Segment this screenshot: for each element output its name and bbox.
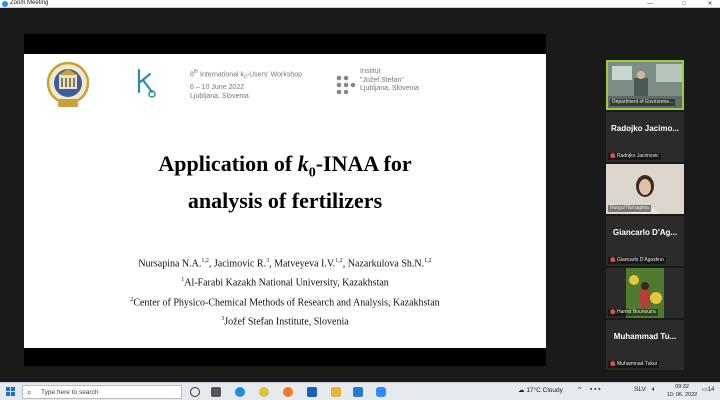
- presentation-slide: 8th International k0-Users' Workshop 6 –…: [24, 54, 546, 348]
- institute-line-1: Institut: [360, 68, 381, 75]
- input-language[interactable]: SLV: [634, 386, 646, 393]
- task-view-icon[interactable]: [211, 387, 221, 397]
- window-titlebar: Zoom Meeting — □ ✕: [0, 0, 720, 8]
- author-affiliation-marker: 1,2: [335, 258, 343, 264]
- author-affiliation-marker: 1,2: [201, 258, 209, 264]
- cloud-icon: ☁: [518, 387, 525, 394]
- zoom-app-icon: [2, 1, 8, 7]
- affiliation-text: Al-Farabi Kazakh National University, Ka…: [184, 277, 389, 289]
- affiliation-line: 2Center of Physico-Chemical Methods of R…: [24, 292, 546, 311]
- participant-tag: ⬤ Muhammad Tukur: [608, 361, 660, 368]
- workshop-dates: 6 – 10 June 2022: [190, 83, 245, 91]
- weather-widget[interactable]: ☁ 17°C Cloudy: [518, 386, 563, 394]
- kaznu-logo: [46, 61, 90, 107]
- participant-tag-text: Muhammad Tukur: [617, 361, 658, 367]
- participant-tag: Department of Environme...: [610, 99, 676, 106]
- affiliation-line: 1Al-Farabi Kazakh National University, K…: [24, 272, 546, 291]
- affiliation-line: 3Jožef Stefan Institute, Slovenia: [24, 311, 546, 330]
- zoom-taskbar-icon[interactable]: [376, 387, 386, 397]
- participant-tile-name[interactable]: Muhammad Tu... ⬤ Muhammad Tukur: [606, 320, 684, 370]
- affiliation-text: Jožef Stefan Institute, Slovenia: [224, 316, 349, 328]
- participant-display-name: Radojko Jacimo...: [610, 124, 680, 133]
- participant-tile-outdoor[interactable]: ⬤ Hamid Bounouira: [606, 268, 684, 318]
- meeting-area: 8th International k0-Users' Workshop 6 –…: [0, 8, 720, 382]
- workshop-info: 8th International k0-Users' Workshop 6 –…: [190, 68, 302, 101]
- participant-tag-text: Radojko Jacimovic: [617, 153, 659, 159]
- slide-title-line-2: analysis of fertilizers: [187, 188, 383, 214]
- windows-start-icon[interactable]: [6, 387, 15, 396]
- title-post: -INAA for: [315, 151, 412, 176]
- author-name: Jacimovic R.: [213, 258, 267, 270]
- institute-line-2: "Jožef Stefan": [360, 76, 404, 84]
- maximize-button[interactable]: □: [674, 0, 694, 8]
- affiliation-text: Center of Physico-Chemical Methods of Re…: [133, 296, 440, 308]
- workshop-location: Ljubljana, Slovenia: [190, 92, 249, 100]
- search-icon: ⌕: [27, 388, 32, 397]
- firefox-icon[interactable]: [283, 387, 293, 397]
- participant-tag: ⬤ Giancarlo D'Agostino: [608, 257, 666, 264]
- slide-title-line-1: Application of k0-INAA for: [24, 150, 546, 187]
- affiliation-list: 1Al-Farabi Kazakh National University, K…: [24, 272, 546, 330]
- workshop-international: International: [198, 71, 241, 79]
- word-icon[interactable]: [353, 387, 363, 397]
- mic-muted-icon: ⬤: [610, 153, 616, 159]
- participant-tag: ⬤ Hamid Bounouira: [608, 309, 658, 316]
- windows-taskbar: ⌕ Type here to search ☁ 17°C Cloudy ^ ▪ …: [0, 382, 720, 400]
- cortana-icon[interactable]: [190, 387, 200, 397]
- author-affiliation-marker: 1,2: [424, 258, 432, 264]
- file-explorer-icon[interactable]: [331, 387, 341, 397]
- outlook-icon[interactable]: [307, 387, 317, 397]
- participant-tag-text: Giancarlo D'Agostino: [617, 257, 664, 263]
- workshop-users: -Users' Workshop: [246, 71, 303, 79]
- edge-icon[interactable]: [235, 387, 245, 397]
- mic-muted-icon: ⬤: [610, 309, 616, 315]
- title-k: k: [297, 151, 309, 176]
- weather-text: 17°C Cloudy: [526, 387, 563, 394]
- window-title: Zoom Meeting: [10, 0, 49, 6]
- tray-app-icons[interactable]: ▪ ▪ ▪: [590, 386, 601, 393]
- shared-screen[interactable]: 8th International k0-Users' Workshop 6 –…: [24, 34, 546, 366]
- taskbar-clock[interactable]: 09:32 10. 06. 2022: [666, 384, 698, 399]
- participant-tile-name[interactable]: Radojko Jacimo... ⬤ Radojko Jacimovic: [606, 112, 684, 162]
- tray-chevron-icon[interactable]: ^: [578, 386, 581, 393]
- institute-line-3: Ljubljana, Slovenia: [360, 85, 419, 92]
- title-k-sub: 0: [308, 165, 316, 181]
- participant-tag: Nurgul Nursapina: [608, 205, 651, 212]
- author-list: Nursapina N.A.1,2, Jacimovic R.3, Matvey…: [138, 258, 432, 270]
- notification-center[interactable]: ▭14: [702, 386, 714, 393]
- taskbar-search-box[interactable]: ⌕ Type here to search: [22, 385, 182, 399]
- author-affiliation-marker: 3: [266, 258, 270, 264]
- clock-time: 09:32: [675, 384, 689, 390]
- ijs-logo: [336, 75, 356, 95]
- volume-icon[interactable]: 🔈︎: [652, 386, 656, 394]
- institute-info: Institut "Jožef Stefan" Ljubljana, Slove…: [360, 68, 419, 94]
- chrome-icon[interactable]: [259, 387, 269, 397]
- author-name: Matveyeva I.V.: [274, 258, 336, 270]
- participant-display-name: Muhammad Tu...: [613, 332, 677, 341]
- participant-tile-name[interactable]: Giancarlo D'Ag... ⬤ Giancarlo D'Agostino: [606, 216, 684, 266]
- minimize-button[interactable]: —: [640, 0, 660, 8]
- author-name: Nursapina N.A.: [138, 258, 202, 270]
- search-placeholder: Type here to search: [41, 389, 99, 396]
- author-name: Nazarkulova Sh.N.: [347, 258, 425, 270]
- mic-muted-icon: ⬤: [610, 361, 616, 367]
- participant-tile-person[interactable]: Nurgul Nursapina: [606, 164, 684, 214]
- workshop-line-1: 8th International k0-Users' Workshop: [190, 68, 302, 83]
- mic-muted-icon: ⬤: [610, 257, 616, 263]
- k0-workshop-logo: [137, 68, 156, 98]
- authors-block: Nursapina N.A.1,2, Jacimovic R.3, Matvey…: [24, 253, 546, 330]
- participant-tile-room[interactable]: Department of Environme...: [606, 60, 684, 110]
- notification-count: 14: [707, 387, 715, 393]
- participant-display-name: Giancarlo D'Ag...: [612, 228, 678, 237]
- clock-date: 10. 06. 2022: [666, 391, 698, 398]
- close-button[interactable]: ✕: [700, 0, 720, 8]
- slide-title: Application of k0-INAA for analysis of f…: [24, 150, 546, 215]
- title-pre: Application of: [158, 151, 298, 176]
- participant-tag: ⬤ Radojko Jacimovic: [608, 153, 661, 160]
- participant-tag-text: Hamid Bounouira: [617, 309, 656, 315]
